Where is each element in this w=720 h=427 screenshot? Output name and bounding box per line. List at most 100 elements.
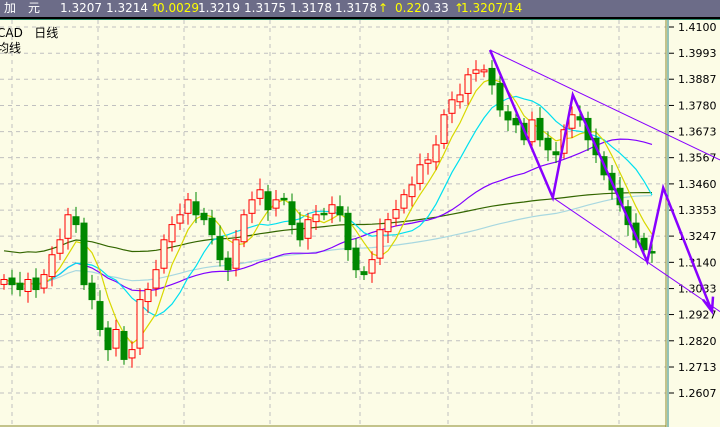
quote-close: 1.3178 (290, 1, 332, 15)
candle-body (56, 239, 64, 254)
candle-body (408, 184, 416, 198)
candle-body (304, 219, 312, 239)
candle-body (40, 274, 48, 289)
quote-bar: 加 元 1.3207 1.3214 ↑ 0.0029 1.3219 1.3175… (0, 0, 720, 17)
candle-body (552, 151, 560, 156)
candle-body (544, 137, 552, 151)
candle-body (280, 197, 288, 201)
quote-percent: 0.22 (395, 1, 422, 15)
candle-body (224, 257, 232, 271)
quote-open: 1.3207 (60, 1, 102, 15)
candle-body (472, 69, 480, 74)
candle-body (568, 114, 576, 129)
y-tick-label: 1.3033 (678, 283, 717, 296)
y-tick-label: 1.3353 (678, 204, 717, 217)
quote-change: 0.0029 (157, 1, 199, 15)
candle-body (536, 117, 544, 141)
candle-body (88, 282, 96, 301)
y-tick-label: 1.3460 (678, 178, 717, 191)
candle-body (64, 214, 72, 239)
candle-body (272, 199, 280, 209)
candle-body (80, 222, 88, 286)
quote-bid-ask: 1.3207/14 (461, 1, 523, 15)
candle-body (0, 278, 8, 285)
y-tick-label: 1.3780 (678, 99, 717, 112)
quote-low: 1.3175 (244, 1, 286, 15)
candle-body (432, 144, 440, 163)
candle-body (160, 239, 168, 269)
candle-body (16, 282, 24, 291)
candle-body (488, 67, 496, 86)
quote-amplitude: 0.33 (422, 1, 449, 15)
candle-body (392, 209, 400, 219)
candle-body (248, 199, 256, 214)
candle-body (112, 329, 120, 349)
candle-body (368, 259, 376, 274)
candle-body (288, 201, 296, 226)
y-tick-label: 1.3993 (678, 47, 717, 60)
candle-body (312, 214, 320, 223)
candle-body (480, 69, 488, 73)
candle-body (528, 119, 536, 143)
candle-body (376, 229, 384, 259)
candle-body (496, 82, 504, 111)
candle-body (344, 212, 352, 251)
candle-body (336, 206, 344, 216)
candle-body (120, 330, 128, 360)
legend-period: 日线 (34, 26, 59, 40)
candle-body (24, 278, 32, 293)
candle-body (232, 239, 240, 269)
y-tick-label: 1.3673 (678, 126, 717, 139)
y-tick-label: 1.2820 (678, 335, 717, 348)
candle-body (296, 222, 304, 241)
quote-high: 1.3219 (198, 1, 240, 15)
up-arrow-icon: ↑ (378, 1, 389, 15)
candlestick-chart[interactable]: 1.4100 1.3993 1.3887 1.3780 1.3673 1.3567 1.34… (0, 20, 720, 427)
candle-body (360, 271, 368, 276)
candle-body (216, 236, 224, 261)
candle-body (72, 216, 80, 226)
ma60-line (3, 195, 653, 286)
candle-body (464, 74, 472, 94)
candle-body (256, 189, 264, 199)
legend-indicator: 均线 (0, 41, 22, 55)
candle-body (48, 254, 56, 278)
candle-body (400, 194, 408, 209)
chart-legend: CAD 日线 均线 (0, 26, 58, 56)
candle-body (144, 289, 152, 303)
y-tick-label: 1.2713 (678, 361, 717, 374)
y-tick-label: 1.3567 (678, 152, 717, 165)
candle-body (168, 224, 176, 243)
quote-last: 1.3178 (335, 1, 377, 15)
candle-body (192, 201, 200, 216)
candle-body (320, 212, 328, 216)
candle-body (32, 277, 40, 291)
candle-body (152, 269, 160, 289)
candle-body (504, 111, 512, 121)
candle-body (240, 214, 248, 243)
symbol-name: 加 元 (4, 1, 41, 15)
y-tick-label: 1.3140 (678, 256, 717, 269)
candle-body (264, 191, 272, 211)
ma30-line (3, 138, 653, 292)
candle-body (208, 217, 216, 236)
candle-body (8, 277, 16, 286)
candle-body (96, 301, 104, 331)
ma10-line (3, 95, 653, 317)
candle-body (424, 159, 432, 164)
y-tick-label: 1.2607 (678, 387, 717, 400)
candle-body (104, 327, 112, 351)
candle-body (200, 212, 208, 221)
y-tick-label: 1.4100 (678, 21, 717, 34)
candle-body (512, 117, 520, 126)
quote-prev: 1.3214 (106, 1, 148, 15)
candle-body (184, 199, 192, 214)
ma120-line (3, 192, 652, 254)
candle-body (128, 349, 136, 359)
candle-body (176, 214, 184, 224)
y-tick-label: 1.3887 (678, 73, 717, 86)
candle-body (328, 204, 336, 214)
candle-body (352, 247, 360, 271)
candle-body (440, 114, 448, 144)
candle-body (384, 219, 392, 233)
